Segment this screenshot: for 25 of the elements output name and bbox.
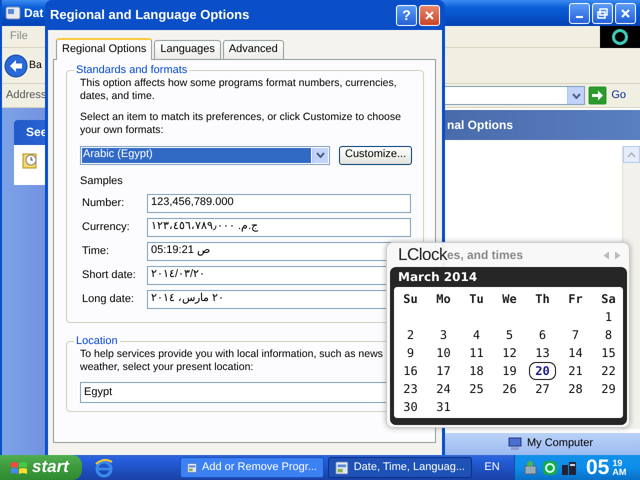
- weekday-label: Tu: [468, 292, 485, 306]
- sample-field: 123,456,789.000: [147, 194, 411, 213]
- field-label: Number:: [82, 196, 126, 210]
- weekday-label: Fr: [567, 292, 584, 306]
- popup-title: LClock: [398, 244, 447, 266]
- group-legend: Location: [74, 334, 120, 348]
- weekday-label: We: [501, 292, 518, 306]
- dialog-title: Regional and Language Options: [50, 7, 250, 23]
- description-text: This option affects how some programs format numbers, currencies, dates, and time.: [80, 77, 397, 102]
- field-label: Currency:: [82, 220, 131, 234]
- group-legend: Standards and formats: [74, 64, 190, 78]
- weekday-label: Sa: [600, 292, 617, 306]
- weekday-label: Su: [402, 292, 419, 306]
- samples-label: Samples: [80, 174, 124, 188]
- month-title: March 2014: [397, 270, 478, 286]
- description-text: To help services provide you with local information, such as news weather, select your present location:: [80, 348, 383, 374]
- field-label: Long date:: [82, 292, 135, 306]
- weekday-label: Mo: [435, 292, 452, 306]
- address-label: Address: [6, 88, 46, 102]
- faded-text: es, and times: [446, 248, 523, 262]
- weekday-label: Th: [534, 292, 551, 306]
- field-label: Time:: [82, 244, 110, 258]
- window-title: Dat: [24, 6, 44, 20]
- field-label: Short date:: [82, 268, 137, 282]
- sample-field: ج.م. ١٢٣،٤٥٦،٧٨٩٫٠٠٠: [147, 218, 411, 237]
